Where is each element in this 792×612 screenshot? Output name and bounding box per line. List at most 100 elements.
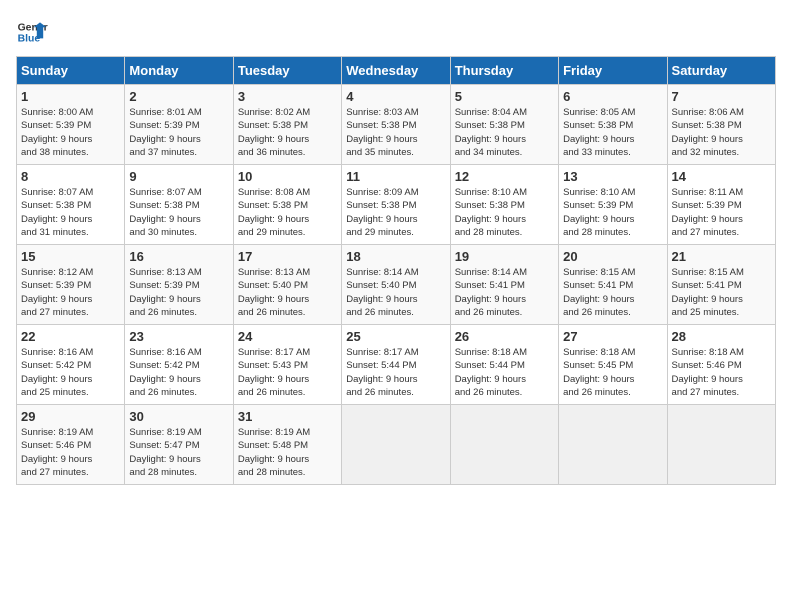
day-number: 9 bbox=[129, 169, 228, 184]
calendar-cell: 5 Sunrise: 8:04 AM Sunset: 5:38 PM Daylig… bbox=[450, 85, 558, 165]
day-header-monday: Monday bbox=[125, 57, 233, 85]
page-header: General Blue bbox=[16, 16, 776, 48]
calendar-cell: 1 Sunrise: 8:00 AM Sunset: 5:39 PM Daylig… bbox=[17, 85, 125, 165]
cell-content: Sunrise: 8:02 AM Sunset: 5:38 PM Dayligh… bbox=[238, 106, 337, 159]
cell-content: Sunrise: 8:19 AM Sunset: 5:46 PM Dayligh… bbox=[21, 426, 120, 479]
day-number: 27 bbox=[563, 329, 662, 344]
calendar-cell: 31 Sunrise: 8:19 AM Sunset: 5:48 PM Dayli… bbox=[233, 405, 341, 485]
day-number: 13 bbox=[563, 169, 662, 184]
cell-content: Sunrise: 8:18 AM Sunset: 5:44 PM Dayligh… bbox=[455, 346, 554, 399]
calendar-cell: 25Sunrise: 8:17 AM Sunset: 5:44 PM Dayli… bbox=[342, 325, 450, 405]
cell-content: Sunrise: 8:09 AM Sunset: 5:38 PM Dayligh… bbox=[346, 186, 445, 239]
cell-content: Sunrise: 8:14 AM Sunset: 5:40 PM Dayligh… bbox=[346, 266, 445, 319]
calendar-cell bbox=[450, 405, 558, 485]
day-number: 16 bbox=[129, 249, 228, 264]
day-number: 23 bbox=[129, 329, 228, 344]
cell-content: Sunrise: 8:17 AM Sunset: 5:44 PM Dayligh… bbox=[346, 346, 445, 399]
calendar-cell: 14 Sunrise: 8:11 AM Sunset: 5:39 PM Dayli… bbox=[667, 165, 775, 245]
day-number: 6 bbox=[563, 89, 662, 104]
calendar-cell: 21 Sunrise: 8:15 AM Sunset: 5:41 PM Dayli… bbox=[667, 245, 775, 325]
calendar-cell: 9 Sunrise: 8:07 AM Sunset: 5:38 PM Daylig… bbox=[125, 165, 233, 245]
day-number: 8 bbox=[21, 169, 120, 184]
calendar-cell: 15 Sunrise: 8:12 AM Sunset: 5:39 PM Dayli… bbox=[17, 245, 125, 325]
day-number: 15 bbox=[21, 249, 120, 264]
day-number: 2 bbox=[129, 89, 228, 104]
day-number: 20 bbox=[563, 249, 662, 264]
cell-content: Sunrise: 8:01 AM Sunset: 5:39 PM Dayligh… bbox=[129, 106, 228, 159]
svg-text:General: General bbox=[18, 22, 48, 33]
calendar-cell: 18 Sunrise: 8:14 AM Sunset: 5:40 PM Dayli… bbox=[342, 245, 450, 325]
cell-content: Sunrise: 8:07 AM Sunset: 5:38 PM Dayligh… bbox=[129, 186, 228, 239]
day-number: 21 bbox=[672, 249, 771, 264]
cell-content: Sunrise: 8:16 AM Sunset: 5:42 PM Dayligh… bbox=[21, 346, 120, 399]
cell-content: Sunrise: 8:16 AM Sunset: 5:42 PM Dayligh… bbox=[129, 346, 228, 399]
calendar-cell: 16 Sunrise: 8:13 AM Sunset: 5:39 PM Dayli… bbox=[125, 245, 233, 325]
cell-content: Sunrise: 8:13 AM Sunset: 5:39 PM Dayligh… bbox=[129, 266, 228, 319]
calendar-cell bbox=[342, 405, 450, 485]
cell-content: Sunrise: 8:14 AM Sunset: 5:41 PM Dayligh… bbox=[455, 266, 554, 319]
calendar-week-5: 29 Sunrise: 8:19 AM Sunset: 5:46 PM Dayli… bbox=[17, 405, 776, 485]
calendar-week-3: 15 Sunrise: 8:12 AM Sunset: 5:39 PM Dayli… bbox=[17, 245, 776, 325]
day-number: 17 bbox=[238, 249, 337, 264]
calendar-cell: 28 Sunrise: 8:18 AM Sunset: 5:46 PM Dayli… bbox=[667, 325, 775, 405]
calendar-cell: 22 Sunrise: 8:16 AM Sunset: 5:42 PM Dayli… bbox=[17, 325, 125, 405]
logo-icon: General Blue bbox=[16, 16, 48, 48]
day-number: 7 bbox=[672, 89, 771, 104]
day-number: 5 bbox=[455, 89, 554, 104]
cell-content: Sunrise: 8:17 AM Sunset: 5:43 PM Dayligh… bbox=[238, 346, 337, 399]
cell-content: Sunrise: 8:13 AM Sunset: 5:40 PM Dayligh… bbox=[238, 266, 337, 319]
calendar-cell: 24 Sunrise: 8:17 AM Sunset: 5:43 PM Dayli… bbox=[233, 325, 341, 405]
day-number: 22 bbox=[21, 329, 120, 344]
calendar-week-4: 22 Sunrise: 8:16 AM Sunset: 5:42 PM Dayli… bbox=[17, 325, 776, 405]
calendar-cell: 8 Sunrise: 8:07 AM Sunset: 5:38 PM Daylig… bbox=[17, 165, 125, 245]
day-number: 18 bbox=[346, 249, 445, 264]
cell-content: Sunrise: 8:10 AM Sunset: 5:38 PM Dayligh… bbox=[455, 186, 554, 239]
calendar-cell: 6 Sunrise: 8:05 AM Sunset: 5:38 PM Daylig… bbox=[559, 85, 667, 165]
day-number: 10 bbox=[238, 169, 337, 184]
calendar-cell: 13 Sunrise: 8:10 AM Sunset: 5:39 PM Dayli… bbox=[559, 165, 667, 245]
cell-content: Sunrise: 8:04 AM Sunset: 5:38 PM Dayligh… bbox=[455, 106, 554, 159]
day-header-sunday: Sunday bbox=[17, 57, 125, 85]
calendar-cell: 10 Sunrise: 8:08 AM Sunset: 5:38 PM Dayli… bbox=[233, 165, 341, 245]
cell-content: Sunrise: 8:10 AM Sunset: 5:39 PM Dayligh… bbox=[563, 186, 662, 239]
calendar-cell: 23 Sunrise: 8:16 AM Sunset: 5:42 PM Dayli… bbox=[125, 325, 233, 405]
day-number: 30 bbox=[129, 409, 228, 424]
cell-content: Sunrise: 8:18 AM Sunset: 5:46 PM Dayligh… bbox=[672, 346, 771, 399]
calendar-header-row: SundayMondayTuesdayWednesdayThursdayFrid… bbox=[17, 57, 776, 85]
cell-content: Sunrise: 8:03 AM Sunset: 5:38 PM Dayligh… bbox=[346, 106, 445, 159]
calendar-table: SundayMondayTuesdayWednesdayThursdayFrid… bbox=[16, 56, 776, 485]
day-header-thursday: Thursday bbox=[450, 57, 558, 85]
day-number: 28 bbox=[672, 329, 771, 344]
calendar-cell: 27Sunrise: 8:18 AM Sunset: 5:45 PM Dayli… bbox=[559, 325, 667, 405]
day-number: 1 bbox=[21, 89, 120, 104]
day-header-wednesday: Wednesday bbox=[342, 57, 450, 85]
day-number: 24 bbox=[238, 329, 337, 344]
calendar-cell: 11 Sunrise: 8:09 AM Sunset: 5:38 PM Dayli… bbox=[342, 165, 450, 245]
calendar-cell bbox=[667, 405, 775, 485]
calendar-cell: 4 Sunrise: 8:03 AM Sunset: 5:38 PM Daylig… bbox=[342, 85, 450, 165]
day-number: 14 bbox=[672, 169, 771, 184]
day-number: 11 bbox=[346, 169, 445, 184]
day-number: 12 bbox=[455, 169, 554, 184]
cell-content: Sunrise: 8:19 AM Sunset: 5:48 PM Dayligh… bbox=[238, 426, 337, 479]
cell-content: Sunrise: 8:08 AM Sunset: 5:38 PM Dayligh… bbox=[238, 186, 337, 239]
calendar-cell: 30 Sunrise: 8:19 AM Sunset: 5:47 PM Dayli… bbox=[125, 405, 233, 485]
cell-content: Sunrise: 8:15 AM Sunset: 5:41 PM Dayligh… bbox=[672, 266, 771, 319]
cell-content: Sunrise: 8:19 AM Sunset: 5:47 PM Dayligh… bbox=[129, 426, 228, 479]
day-number: 29 bbox=[21, 409, 120, 424]
calendar-cell: 12 Sunrise: 8:10 AM Sunset: 5:38 PM Dayli… bbox=[450, 165, 558, 245]
cell-content: Sunrise: 8:07 AM Sunset: 5:38 PM Dayligh… bbox=[21, 186, 120, 239]
calendar-cell: 7Sunrise: 8:06 AM Sunset: 5:38 PM Daylig… bbox=[667, 85, 775, 165]
calendar-cell bbox=[559, 405, 667, 485]
calendar-cell: 19Sunrise: 8:14 AM Sunset: 5:41 PM Dayli… bbox=[450, 245, 558, 325]
calendar-cell: 26Sunrise: 8:18 AM Sunset: 5:44 PM Dayli… bbox=[450, 325, 558, 405]
cell-content: Sunrise: 8:05 AM Sunset: 5:38 PM Dayligh… bbox=[563, 106, 662, 159]
day-number: 4 bbox=[346, 89, 445, 104]
day-header-tuesday: Tuesday bbox=[233, 57, 341, 85]
calendar-cell: 2 Sunrise: 8:01 AM Sunset: 5:39 PM Daylig… bbox=[125, 85, 233, 165]
cell-content: Sunrise: 8:12 AM Sunset: 5:39 PM Dayligh… bbox=[21, 266, 120, 319]
cell-content: Sunrise: 8:00 AM Sunset: 5:39 PM Dayligh… bbox=[21, 106, 120, 159]
cell-content: Sunrise: 8:11 AM Sunset: 5:39 PM Dayligh… bbox=[672, 186, 771, 239]
day-number: 31 bbox=[238, 409, 337, 424]
calendar-cell: 20Sunrise: 8:15 AM Sunset: 5:41 PM Dayli… bbox=[559, 245, 667, 325]
